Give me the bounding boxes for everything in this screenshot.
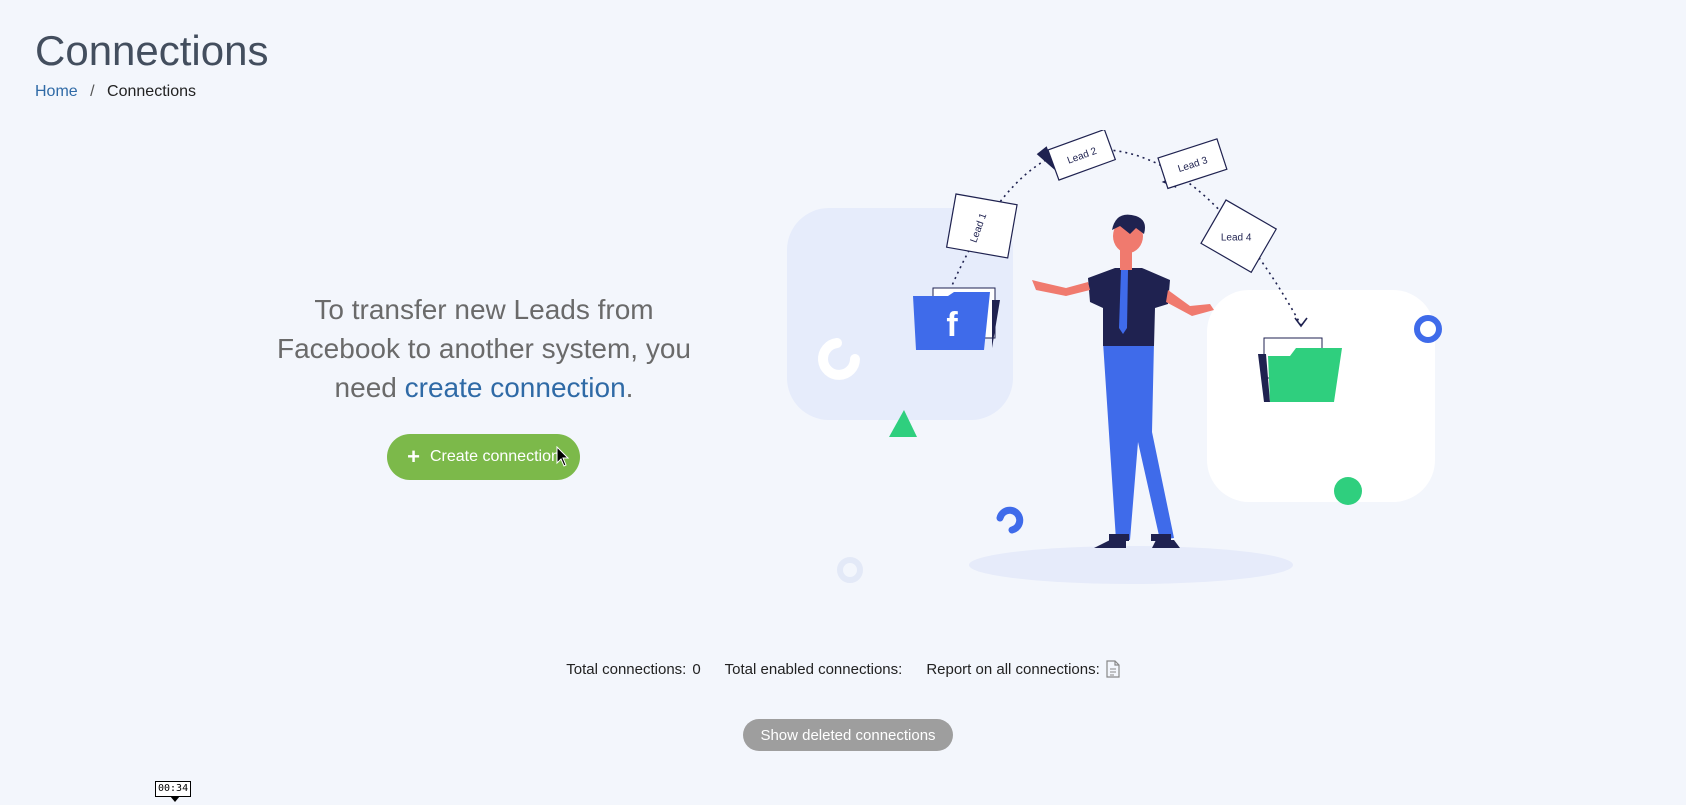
- person-figure: [1032, 214, 1214, 548]
- empty-state-message: To transfer new Leads from Facebook to a…: [250, 290, 718, 407]
- green-dot-shape: [1334, 477, 1362, 505]
- breadcrumb: Home / Connections: [35, 82, 196, 102]
- report-stat: Report on all connections:: [926, 660, 1120, 678]
- blue-arc-shape: [996, 506, 1024, 534]
- intro-period: .: [625, 372, 634, 403]
- page-title: Connections: [35, 27, 269, 74]
- total-connections-value: 0: [692, 660, 701, 678]
- timer-overlay: 00:34: [155, 781, 192, 802]
- mouse-cursor-icon: [556, 446, 570, 467]
- lead-paper-1: Lead 1: [945, 193, 1018, 259]
- lead-paper-2: Lead 2: [1036, 130, 1117, 181]
- blue-ring-shape: [1414, 315, 1442, 343]
- create-connection-button[interactable]: + Create connection: [387, 434, 580, 480]
- enabled-connections-label: Total enabled connections:: [724, 660, 903, 678]
- ring-shape: [837, 557, 863, 583]
- total-connections-label: Total connections:: [566, 660, 687, 678]
- breadcrumb-home-link[interactable]: Home: [35, 83, 78, 100]
- breadcrumb-current: Connections: [107, 83, 196, 100]
- svg-text:Lead 4: Lead 4: [1221, 232, 1252, 243]
- svg-text:f: f: [946, 306, 958, 344]
- document-icon[interactable]: [1106, 660, 1120, 678]
- total-connections-stat: Total connections: 0: [566, 660, 700, 678]
- connections-page: Connections Home / Connections To transf…: [0, 0, 1686, 805]
- floor-shadow: [969, 546, 1293, 584]
- connections-illustration: Lead 1 Lead 2 Lead 3 Lead 4 f: [787, 130, 1442, 584]
- connections-stats: Total connections: 0 Total enabled conne…: [0, 660, 1686, 678]
- create-connection-label: Create connection: [430, 448, 560, 465]
- lead-paper-4: Lead 4: [1200, 199, 1278, 274]
- enabled-connections-stat: Total enabled connections:: [725, 660, 903, 678]
- create-connection-link[interactable]: create connection: [405, 372, 626, 403]
- plus-icon: +: [407, 444, 420, 469]
- breadcrumb-separator: /: [90, 83, 95, 100]
- report-label: Report on all connections:: [926, 660, 1100, 678]
- show-deleted-connections-button[interactable]: Show deleted connections: [743, 719, 953, 751]
